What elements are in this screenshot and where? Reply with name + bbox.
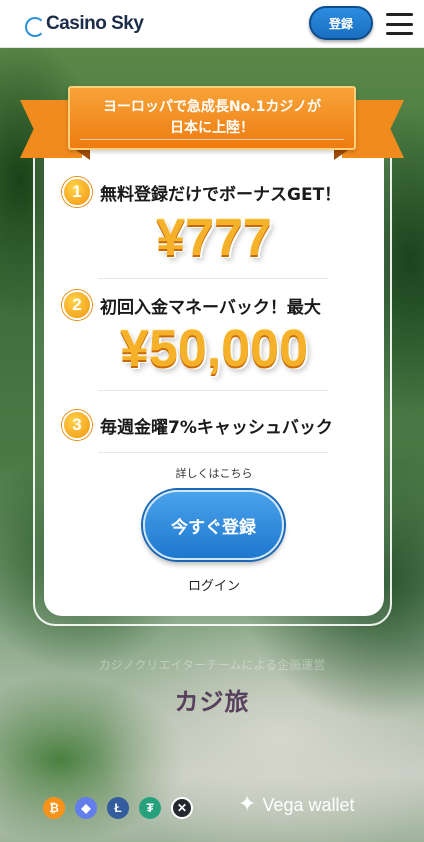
offer-amount: ¥777 [156,209,272,267]
details-link[interactable]: 詳しくはこちら [44,465,384,481]
offer-label: 無料登録だけでボーナスGET！ [100,184,342,205]
credit-text: カジノクリエイターチームによる企画運営 [98,658,326,672]
offer-1: 1 無料登録だけでボーナスGET！ [62,177,341,207]
xrp-icon: ✕ [171,797,193,819]
vega-wallet-label: Vega wallet [262,794,355,815]
login-link[interactable]: ログイン [44,575,384,594]
hamburger-menu-icon[interactable] [386,13,413,35]
offer-label: 初回入金マネーバック！最大 [100,297,321,318]
offer-number-badge: 2 [62,290,92,320]
casino-sky-logo[interactable]: Casino Sky [22,8,144,40]
vega-wallet-logo: ✦ Vega wallet [238,794,355,816]
bitcoin-icon: ₿ [43,797,65,819]
logo-icon [22,11,45,37]
ethereum-icon: ◆ [75,797,97,819]
offer-3: 3 毎週金曜7%キャッシュバック [62,410,333,440]
tether-icon: ₮ [139,797,161,819]
offer-label: 毎週金曜7%キャッシュバック [100,417,333,438]
logo-text: Casino Sky [46,13,144,34]
vega-star-icon: ✦ [238,792,257,817]
offer-number-badge: 1 [62,177,92,207]
offer-number-badge: 3 [62,410,92,440]
kajitabi-logo: カジ旅 [174,688,250,716]
divider [98,452,328,453]
header-register-button[interactable]: 登録 [309,6,373,40]
divider [98,390,328,391]
ribbon-line-2: 日本に上陸！ [170,120,254,136]
offer-amount: ¥50,000 [120,320,308,378]
headline-ribbon: ヨーロッパで急成長No.1カジノが 日本に上陸！ [68,86,356,150]
header: Casino Sky 登録 [0,0,424,48]
register-now-button[interactable]: 今すぐ登録 [143,490,284,560]
ribbon-line-1: ヨーロッパで急成長No.1カジノが [102,99,322,115]
offer-2: 2 初回入金マネーバック！最大 [62,290,321,320]
litecoin-icon: Ł [107,797,129,819]
divider [98,278,328,279]
